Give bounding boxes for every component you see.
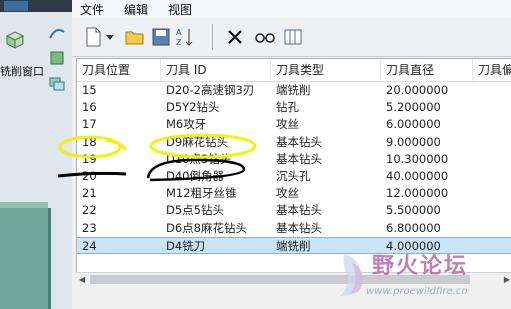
cell-tool-id: M6攻牙 [166,117,207,132]
menu-file[interactable]: 文件 [80,1,104,18]
cad-model-view [0,202,51,309]
tool-manager-dialog: 文件 编辑 视图 A Z 刀具位置 刀具 ID 刀具类型 刀具直径 刀具 15 … [72,0,511,309]
svg-text:A: A [176,28,182,37]
cell-diameter: 6.800000 [386,220,441,235]
dropdown-icon[interactable] [104,26,116,48]
horizontal-scrollbar[interactable]: ◀ ▶ [76,272,511,287]
shape-icon[interactable] [46,48,68,68]
cell-tool-id: D40倒角器 [166,169,224,183]
columns-icon[interactable] [282,26,304,48]
scroll-right-icon[interactable]: ▶ [501,273,511,287]
cell-tool-type: 攻丝 [276,186,299,201]
save-icon[interactable] [150,26,172,48]
cell-position: 23 [82,220,97,235]
cell-tool-type: 沉头孔 [276,169,311,183]
cell-position: 16 [82,100,97,115]
table-row[interactable]: 15 D20-2高速钢3刃 端铣削 20.000000 [77,82,511,99]
toolbar: A Z [72,18,511,57]
background-cad-window: 铣削窗口 [0,0,73,309]
column-header-tool-id[interactable]: 刀具 ID [161,59,271,81]
column-header-position[interactable]: 刀具位置 [77,59,161,81]
cell-diameter: 20.000000 [386,83,449,97]
cell-position: 21 [82,186,97,201]
table-header: 刀具位置 刀具 ID 刀具类型 刀具直径 刀具偏转 [77,59,511,82]
cell-tool-id: D5点5钻头 [166,203,224,218]
cad-title-strip [0,0,72,12]
table-row[interactable]: 19 D10点3钻头 基本钻头 10.300000 [77,151,511,168]
scroll-left-icon[interactable]: ◀ [76,273,88,287]
layers-icon[interactable] [46,74,68,94]
cell-diameter: 5.500000 [386,203,441,218]
cell-tool-type: 攻丝 [276,117,299,132]
cell-diameter: 5.200000 [386,100,441,115]
table-row[interactable]: 21 M12粗牙丝锥 攻丝 12.000000 [77,185,511,202]
cell-diameter: 4.000000 [386,238,441,253]
table-row[interactable]: 24 D4铣刀 端铣削 4.000000 [77,236,511,254]
cell-diameter: 6.000000 [386,117,441,132]
cell-tool-id: D10点3钻头 [166,151,232,166]
column-header-diameter[interactable]: 刀具直径 [381,59,473,81]
arrow-icon[interactable] [46,24,68,44]
milling-window-label: 铣削窗口 [0,65,44,78]
cell-tool-id: D6点8麻花钻头 [166,220,247,235]
glasses-icon[interactable] [254,26,276,48]
cell-tool-id: D4铣刀 [166,238,206,253]
cell-diameter: 40.000000 [386,169,449,183]
cell-tool-type: 端铣削 [276,238,311,253]
menu-edit[interactable]: 编辑 [124,1,148,18]
column-header-offset[interactable]: 刀具偏转 [473,59,511,81]
sort-icon[interactable]: A Z [174,26,196,48]
table-row[interactable]: 17 M6攻牙 攻丝 6.000000 [77,116,511,133]
table-row[interactable]: 23 D6点8麻花钻头 基本钻头 6.800000 [77,220,511,237]
tool-table[interactable]: 刀具位置 刀具 ID 刀具类型 刀具直径 刀具偏转 15D20-2高速钢3刃端铣… [76,58,511,274]
scrollbar-thumb[interactable] [90,275,470,284]
cell-tool-type: 钻孔 [276,100,299,115]
cell-tool-id: D9麻花钻头 [166,134,229,149]
cell-position: 20 [82,169,97,183]
open-folder-icon[interactable] [124,26,146,48]
cell-tool-id: D5Y2钻头 [166,100,220,115]
cell-tool-type: 基本钻头 [276,151,322,166]
cad-tab[interactable] [4,1,28,11]
menu-view[interactable]: 视图 [168,1,192,18]
table-row[interactable]: 16 D5Y2钻头 钻孔 5.200000 [77,99,511,116]
cell-diameter: 12.000000 [386,186,449,201]
svg-text:Z: Z [176,38,182,47]
cell-diameter: 9.000000 [386,134,441,149]
cell-tool-type: 基本钻头 [276,220,322,235]
menu-bar: 文件 编辑 视图 [72,0,511,19]
cell-position: 15 [82,83,97,97]
cell-position: 22 [82,203,97,218]
table-row[interactable]: 22 D5点5钻头 基本钻头 5.500000 [77,202,511,219]
table-row[interactable]: 18 D9麻花钻头 基本钻头 9.000000 [77,134,511,151]
column-header-tool-type[interactable]: 刀具类型 [271,59,381,81]
toolbar-separator [212,24,213,50]
cell-tool-id: M12粗牙丝锥 [166,186,237,201]
table-row[interactable]: 20 D40倒角器 沉头孔 40.000000 [77,168,511,185]
cell-position: 17 [82,117,97,132]
cell-diameter: 10.300000 [386,151,449,166]
cell-position: 24 [82,238,97,253]
delete-icon[interactable] [224,26,246,48]
new-icon[interactable] [82,26,104,48]
cell-tool-id: D20-2高速钢3刃 [166,83,255,97]
cube-icon[interactable] [4,30,26,50]
cell-tool-type: 端铣削 [276,83,311,97]
cell-tool-type: 基本钻头 [276,134,322,149]
cell-position: 18 [82,134,97,149]
cell-position: 19 [82,151,97,166]
cell-tool-type: 基本钻头 [276,203,322,218]
